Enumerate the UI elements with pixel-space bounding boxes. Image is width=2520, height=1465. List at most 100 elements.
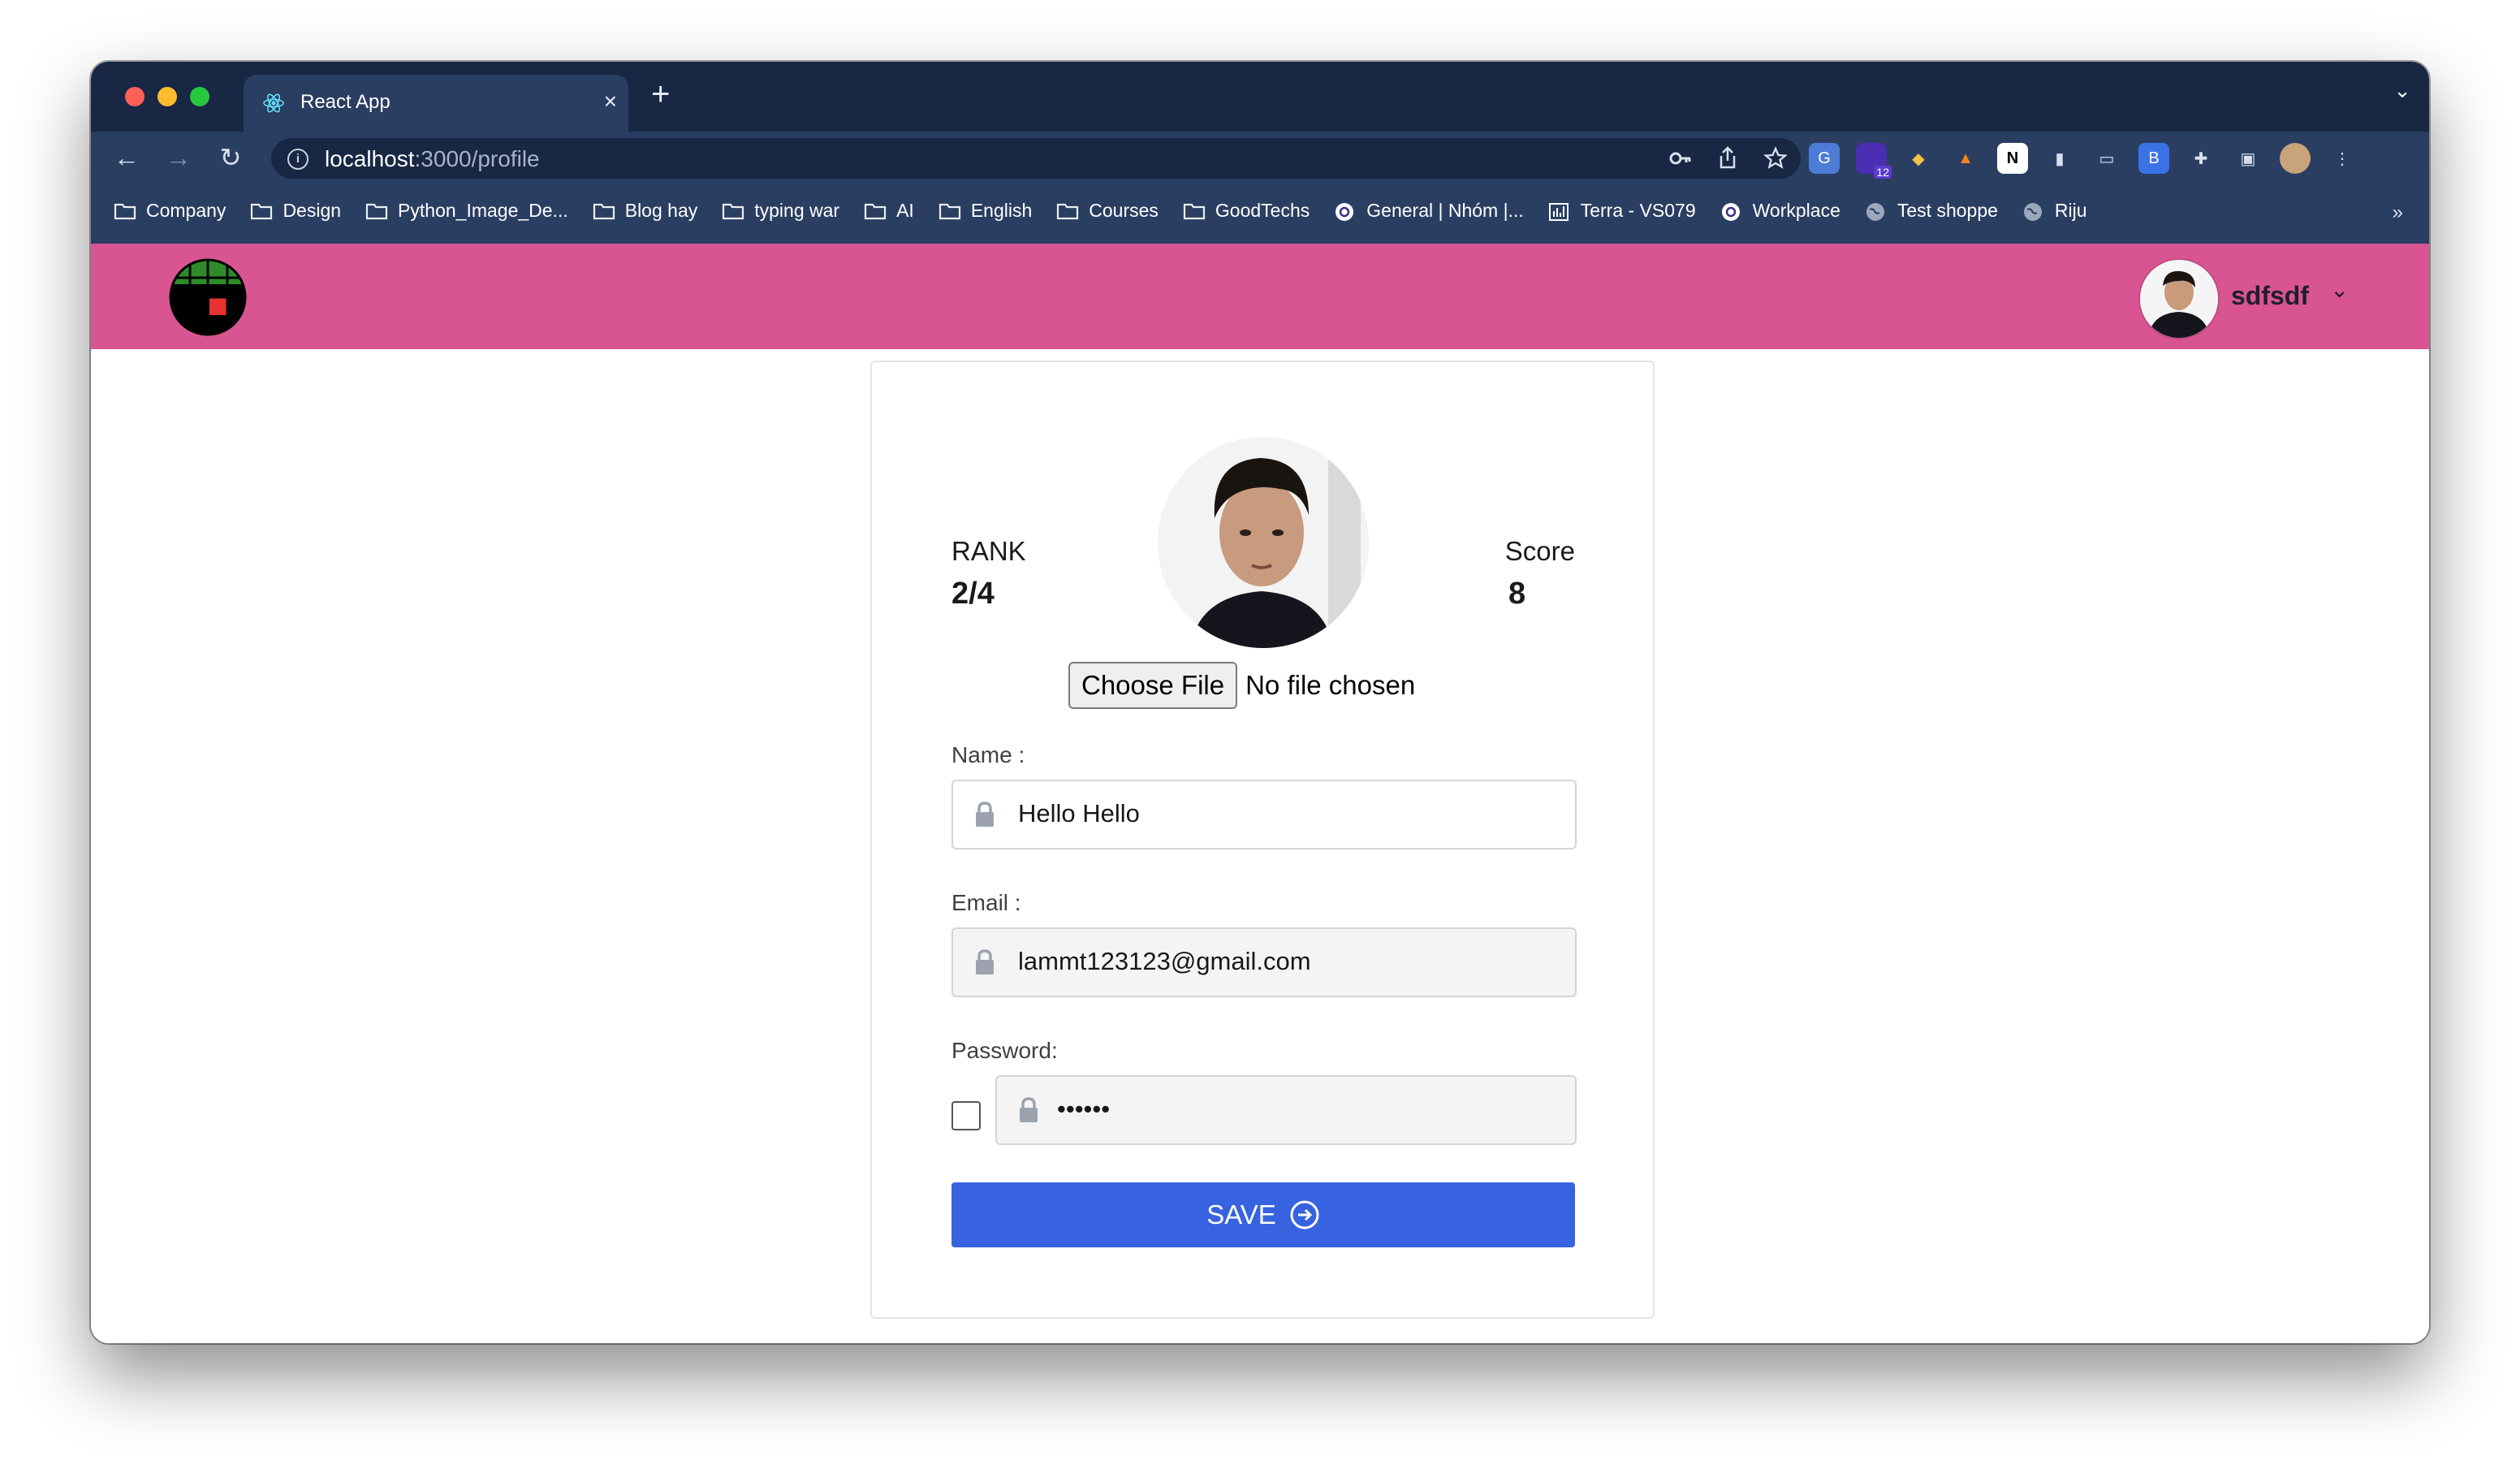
- browser-toolbar: ← → ↻ i localhost:3000/profile G 12 ◆ ▲ …: [91, 132, 2429, 185]
- user-name[interactable]: sdfsdf: [2231, 281, 2309, 311]
- folder-icon: [114, 201, 136, 221]
- chart-icon: [1548, 201, 1571, 221]
- notion-icon[interactable]: N: [1997, 143, 2028, 174]
- bookmark-label: GoodTechs: [1215, 200, 1310, 221]
- bookmark-label: AI: [896, 200, 914, 221]
- bookmark-label: Riju: [2054, 200, 2087, 221]
- bookmark-label: Python_Image_De...: [398, 200, 568, 221]
- address-bar[interactable]: i localhost:3000/profile: [271, 138, 1801, 179]
- folder-icon: [1183, 201, 1206, 221]
- tab-react-app[interactable]: React App ×: [244, 75, 628, 132]
- bookmark-label: Workplace: [1752, 200, 1840, 221]
- profile-photo: [1158, 437, 1369, 648]
- b-extension-icon[interactable]: B: [2138, 143, 2169, 174]
- bookmark-item[interactable]: Courses: [1056, 200, 1159, 222]
- sidepanel-icon[interactable]: ▣: [2233, 143, 2263, 174]
- save-button[interactable]: SAVE: [951, 1182, 1575, 1247]
- google-translate-icon[interactable]: G: [1809, 143, 1840, 174]
- close-tab-icon[interactable]: ×: [604, 89, 617, 114]
- browser-window: React App × + ⌄ ← → ↻ i localhost:3000/p…: [91, 62, 2429, 1343]
- bookmark-item[interactable]: Company: [114, 200, 226, 222]
- app-header: sdfsdf ⌄: [91, 244, 2429, 349]
- crypto-icon[interactable]: ◆: [1903, 143, 1934, 174]
- share-icon[interactable]: [1716, 145, 1739, 172]
- bookmarks-bar: Company Design Python_Image_De... Blog hay t…: [91, 185, 2429, 244]
- metamask-icon[interactable]: ▲: [1950, 143, 1981, 174]
- puzzle-icon[interactable]: ✚: [2186, 143, 2216, 174]
- folder-icon: [593, 201, 615, 221]
- star-icon[interactable]: [1763, 145, 1788, 172]
- name-label: Name :: [951, 742, 1025, 767]
- rank-label: RANK: [951, 536, 1026, 566]
- show-password-checkbox[interactable]: [951, 1101, 981, 1130]
- choose-file-button[interactable]: Choose File: [1068, 662, 1238, 709]
- printer-icon[interactable]: ▭: [2091, 143, 2122, 174]
- folder-icon: [365, 201, 388, 221]
- password-field[interactable]: ••••••: [995, 1075, 1577, 1145]
- bookmark-item[interactable]: English: [939, 200, 1032, 222]
- chevron-down-icon[interactable]: ⌄: [2330, 276, 2349, 303]
- save-label: SAVE: [1206, 1199, 1276, 1229]
- forward-button[interactable]: →: [162, 141, 195, 174]
- bookmark-item[interactable]: Riju: [2022, 200, 2087, 222]
- name-value: Hello Hello: [1018, 799, 1140, 828]
- tab-title: React App: [300, 91, 391, 113]
- folder-icon: [722, 201, 744, 221]
- bookmark-item[interactable]: typing war: [722, 200, 839, 222]
- score-value: 8: [1508, 577, 1526, 611]
- key-icon[interactable]: [1669, 145, 1692, 172]
- minimize-window-button[interactable]: [158, 87, 177, 106]
- bookmark-item[interactable]: Workplace: [1720, 200, 1840, 222]
- react-icon: [263, 93, 284, 113]
- arrow-right-circle-icon: [1290, 1200, 1319, 1229]
- menu-icon[interactable]: ⋮: [2327, 143, 2358, 174]
- back-button[interactable]: ←: [110, 141, 143, 174]
- bookmark-item[interactable]: Python_Image_De...: [365, 200, 568, 222]
- person-photo-large: [1158, 437, 1369, 648]
- reload-button[interactable]: ↻: [214, 141, 247, 174]
- bookmark-label: General | Nhóm |...: [1366, 200, 1524, 221]
- bookmark-label: Test shoppe: [1896, 200, 1998, 221]
- bookmark-item[interactable]: Test shoppe: [1865, 200, 1998, 222]
- url-host: localhost: [325, 146, 415, 171]
- bookmark-item[interactable]: General | Nhóm |...: [1334, 200, 1524, 222]
- profile-card: RANK 2/4 Score 8 Choose File No file cho…: [870, 361, 1655, 1319]
- name-field[interactable]: Hello Hello: [951, 780, 1577, 849]
- site-info-icon[interactable]: i: [287, 149, 309, 170]
- file-status: No file chosen: [1245, 670, 1416, 700]
- url-text[interactable]: localhost:3000/profile: [325, 146, 540, 172]
- lock-icon: [976, 802, 994, 827]
- bookmark-item[interactable]: Blog hay: [593, 200, 698, 222]
- bookmark-item[interactable]: GoodTechs: [1183, 200, 1310, 222]
- bookmark-item[interactable]: Design: [250, 200, 341, 222]
- maximize-window-button[interactable]: [190, 87, 209, 106]
- folder-icon: [1056, 201, 1079, 221]
- app-logo[interactable]: [169, 258, 247, 336]
- folder-icon: [939, 201, 961, 221]
- extension-badge-icon[interactable]: 12: [1856, 143, 1892, 179]
- bookmark-icon[interactable]: ▮: [2044, 143, 2075, 174]
- score-label: Score: [1504, 536, 1575, 566]
- tab-search-icon[interactable]: ⌄: [2393, 78, 2411, 103]
- profile-icon[interactable]: [2280, 143, 2311, 174]
- bookmark-label: Terra - VS079: [1580, 200, 1696, 221]
- new-tab-button[interactable]: +: [651, 78, 670, 110]
- more-bookmarks-button[interactable]: »: [2393, 201, 2403, 224]
- password-value: ••••••: [1057, 1095, 1111, 1123]
- bookmark-label: Courses: [1089, 200, 1159, 221]
- bookmark-item[interactable]: AI: [864, 200, 914, 222]
- email-field[interactable]: lammt123123@gmail.com: [951, 927, 1577, 997]
- main-content: RANK 2/4 Score 8 Choose File No file cho…: [91, 349, 2429, 1343]
- bookmark-label: Blog hay: [624, 200, 698, 221]
- email-value: lammt123123@gmail.com: [1018, 947, 1311, 975]
- password-label: Password:: [951, 1038, 1058, 1063]
- tab-bar: React App × + ⌄: [91, 62, 2429, 132]
- bookmark-item[interactable]: Terra - VS079: [1548, 200, 1696, 222]
- globe-icon: [2022, 201, 2045, 221]
- workplace-icon: [1720, 201, 1743, 221]
- lock-icon: [1020, 1097, 1038, 1122]
- close-window-button[interactable]: [125, 87, 145, 106]
- rank-value: 2/4: [951, 577, 995, 611]
- workplace-icon: [1334, 201, 1357, 221]
- user-avatar[interactable]: [2138, 258, 2220, 339]
